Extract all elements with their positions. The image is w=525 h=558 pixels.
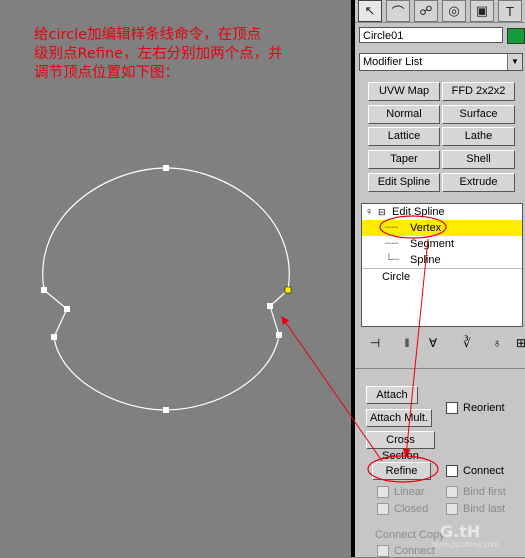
- spline-vertex[interactable]: [267, 303, 273, 309]
- stack-item-spline[interactable]: └┄ Spline: [362, 252, 522, 268]
- command-panel-tabs: ↖ ⌒ ☍ ◎ ▣ T: [355, 0, 525, 23]
- viewport-canvas[interactable]: [0, 0, 351, 557]
- command-panel: ↖ ⌒ ☍ ◎ ▣ T Circle01 Modifier List ▼ UVW…: [355, 0, 525, 557]
- chevron-down-icon: ▼: [507, 54, 522, 70]
- instruction-text: 给circle加编辑样条线命令，在顶点 级别点Refine，左右分别加两个点，并…: [34, 27, 283, 81]
- refine-button[interactable]: Refine: [372, 462, 431, 480]
- show-end-result-icon[interactable]: ‖: [397, 333, 417, 353]
- ffd-2x2x2-button[interactable]: FFD 2x2x2: [442, 82, 515, 101]
- taper-button[interactable]: Taper: [368, 150, 440, 169]
- uvw-map-button[interactable]: UVW Map: [368, 82, 440, 101]
- object-name-field[interactable]: Circle01: [359, 27, 503, 43]
- configure-sets-icon[interactable]: ⊞: [511, 333, 525, 353]
- object-color-swatch[interactable]: [507, 28, 525, 44]
- closed-label: Closed: [394, 503, 429, 515]
- collapse-icon[interactable]: ⊟: [378, 204, 386, 220]
- modifier-list-dropdown[interactable]: Modifier List ▼: [359, 53, 523, 71]
- lightbulb-icon[interactable]: ♀: [365, 204, 373, 220]
- spline-vertex[interactable]: [51, 334, 57, 340]
- hierarchy-icon[interactable]: ☍: [414, 0, 438, 22]
- connect-checkbox[interactable]: [446, 465, 458, 477]
- bind-last-checkbox[interactable]: [446, 503, 458, 515]
- tree-line-icon: ┄┄: [385, 238, 399, 250]
- stack-item-vertex[interactable]: ┄┄ Vertex: [362, 220, 522, 236]
- lattice-button[interactable]: Lattice: [368, 127, 440, 146]
- motion-icon[interactable]: ◎: [442, 0, 466, 22]
- spline-vertex[interactable]: [163, 165, 169, 171]
- arrow-cursor-icon[interactable]: ↖: [358, 0, 382, 22]
- reorient-checkbox[interactable]: [446, 402, 458, 414]
- stack-item-label: Segment: [410, 238, 455, 250]
- stack-item-label: Edit Spline: [392, 206, 445, 218]
- connect-label: Connect: [463, 465, 504, 477]
- surface-button[interactable]: Surface: [442, 105, 515, 124]
- attach-mult-button[interactable]: Attach Mult.: [366, 409, 432, 427]
- extrude-button[interactable]: Extrude: [442, 173, 515, 192]
- trash-icon[interactable]: ♁: [487, 333, 507, 353]
- stack-item-segment[interactable]: ┄┄ Segment: [362, 236, 522, 252]
- stack-item-label: Circle: [382, 271, 411, 283]
- tree-line-icon: ┄┄: [385, 222, 399, 234]
- cross-section-button[interactable]: Cross Section: [366, 431, 435, 462]
- stack-toolbar: ⊣ ‖ ∀ ∛ ♁ ⊞: [361, 333, 525, 353]
- bind-first-label: Bind first: [463, 486, 506, 498]
- make-unique-icon[interactable]: ∀: [423, 333, 443, 353]
- closed-checkbox[interactable]: [377, 503, 389, 515]
- remove-modifier-icon[interactable]: ∛: [457, 333, 477, 353]
- bind-last-label: Bind last: [463, 503, 506, 515]
- utilities-hammer-icon[interactable]: T: [498, 0, 522, 22]
- modifier-stack[interactable]: ♀ ⊟ Edit Spline ┄┄ Vertex ┄┄ Segment └┄ …: [361, 203, 523, 327]
- pin-stack-icon[interactable]: ⊣: [365, 333, 385, 353]
- reorient-label: Reorient: [463, 402, 505, 414]
- bind-first-checkbox[interactable]: [446, 486, 458, 498]
- spline-vertex[interactable]: [64, 306, 70, 312]
- watermark-url: www.pptxtime.com: [432, 540, 499, 549]
- edit-spline-button[interactable]: Edit Spline: [368, 173, 440, 192]
- stack-item-edit-spline[interactable]: ♀ ⊟ Edit Spline: [362, 204, 522, 220]
- linear-checkbox[interactable]: [377, 486, 389, 498]
- lathe-button[interactable]: Lathe: [442, 127, 515, 146]
- spline-shape[interactable]: [42, 167, 290, 411]
- modifier-list-label: Modifier List: [363, 56, 423, 68]
- spline-vertex[interactable]: [41, 287, 47, 293]
- linear-label: Linear: [394, 486, 425, 498]
- bend-icon[interactable]: ⌒: [386, 0, 410, 22]
- spline-vertex[interactable]: [276, 332, 282, 338]
- spline-vertex[interactable]: [163, 407, 169, 413]
- shell-button[interactable]: Shell: [442, 150, 515, 169]
- display-icon[interactable]: ▣: [470, 0, 494, 22]
- normal-button[interactable]: Normal: [368, 105, 440, 124]
- spline-vertex-selected[interactable]: [284, 286, 292, 294]
- connect-copy-label: Connect: [394, 545, 435, 557]
- connect-copy-checkbox[interactable]: [377, 545, 389, 557]
- tree-line-icon: └┄: [385, 254, 400, 266]
- stack-item-circle[interactable]: Circle: [362, 268, 522, 285]
- stack-item-label: Spline: [410, 254, 441, 266]
- attach-button[interactable]: Attach: [366, 386, 418, 404]
- stack-item-label: Vertex: [410, 222, 442, 234]
- watermark-logo: G.tH: [440, 522, 481, 541]
- viewport[interactable]: 给circle加编辑样条线命令，在顶点 级别点Refine，左右分别加两个点，并…: [0, 0, 351, 557]
